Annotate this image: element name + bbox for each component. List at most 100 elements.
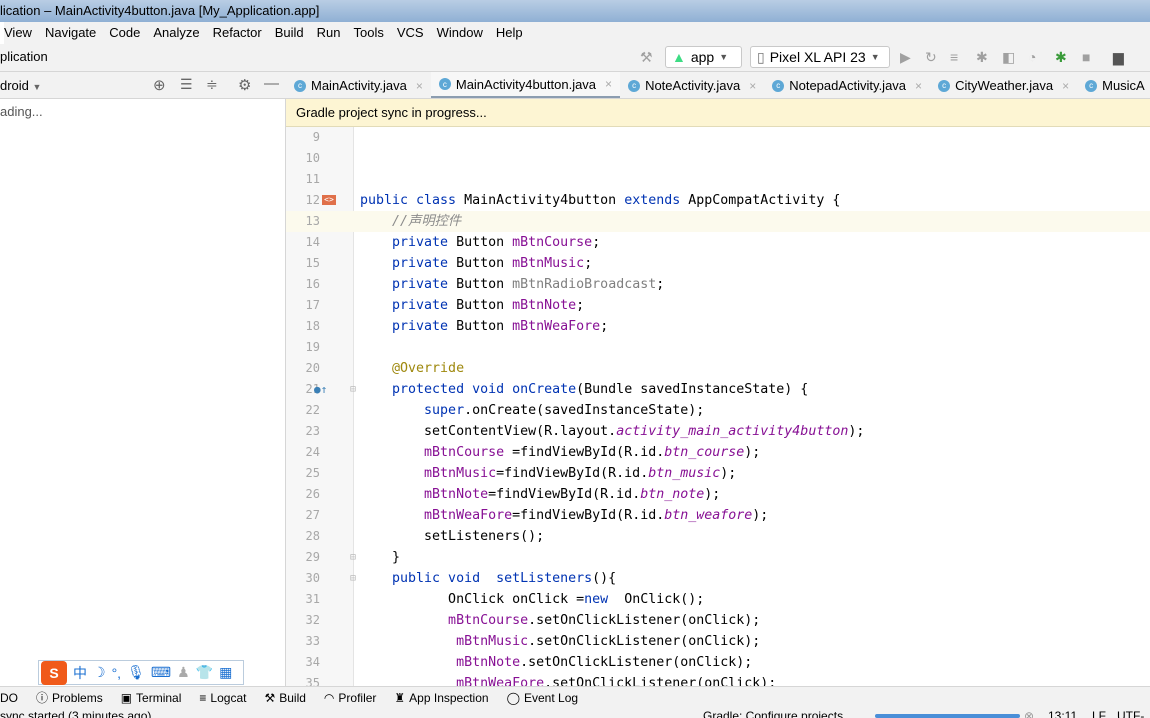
locate-icon[interactable]: ⊕: [153, 76, 166, 94]
code-line[interactable]: 12 <> public class MainActivity4button ext…: [286, 190, 1150, 211]
fold-icon[interactable]: ⊟: [350, 379, 356, 400]
code-line[interactable]: 24 mBtnCourse =findViewById(R.id.btn_cou…: [286, 442, 1150, 463]
tab-0[interactable]: c MainActivity.java ×: [286, 72, 431, 98]
menu-analyze[interactable]: Analyze: [153, 25, 199, 44]
line-separator[interactable]: LF: [1092, 709, 1106, 718]
fold-icon[interactable]: ⊟: [350, 547, 356, 568]
device-select[interactable]: ▯ Pixel XL API 23 ▼: [750, 46, 890, 68]
run-config-select[interactable]: ▲ app ▼: [665, 46, 742, 68]
apply-changes-icon[interactable]: ↻: [925, 49, 937, 66]
close-icon[interactable]: ×: [605, 77, 612, 91]
mic-icon[interactable]: 🎙: [127, 664, 145, 681]
tab-4[interactable]: c CityWeather.java ×: [930, 72, 1077, 98]
menu-window[interactable]: Window: [437, 25, 483, 44]
code-line[interactable]: 32 mBtnCourse.setOnClickListener(onClick…: [286, 610, 1150, 631]
code-line[interactable]: 14 private Button mBtnCourse;: [286, 232, 1150, 253]
stop-icon[interactable]: ■: [1082, 49, 1090, 65]
tab-3[interactable]: c NotepadActivity.java ×: [764, 72, 930, 98]
punct-icon[interactable]: °,: [112, 665, 122, 681]
background-task[interactable]: Gradle: Configure projects: [703, 709, 843, 718]
shirt-icon[interactable]: 👕: [196, 664, 213, 681]
toolwindow-event-log[interactable]: ◯ Event Log: [507, 691, 578, 705]
code-line[interactable]: 27 mBtnWeaFore=findViewById(R.id.btn_wea…: [286, 505, 1150, 526]
menu-build[interactable]: Build: [275, 25, 304, 44]
attach-debugger-icon[interactable]: ✱: [1055, 49, 1067, 66]
toolwindow-profiler[interactable]: ◠ Profiler: [324, 691, 377, 705]
fold-icon[interactable]: ⊟: [350, 568, 356, 589]
close-icon[interactable]: ×: [749, 79, 756, 93]
menu-vcs[interactable]: VCS: [397, 25, 424, 44]
keyboard-icon[interactable]: ⌨: [151, 664, 171, 681]
close-icon[interactable]: ×: [1062, 79, 1069, 93]
toolwindow-logcat[interactable]: ≡ Logcat: [199, 691, 246, 705]
code-token: mBtnNote: [360, 487, 489, 502]
run-icon[interactable]: ▶: [900, 49, 911, 66]
code-line[interactable]: 13 //声明控件: [286, 211, 1150, 232]
menu-navigate[interactable]: Navigate: [45, 25, 96, 44]
code-token: OnClick();: [624, 592, 705, 607]
user-icon[interactable]: ♟: [177, 664, 190, 681]
tab-label: MainActivity4button.java: [455, 76, 597, 92]
code-line[interactable]: 35 mBtnWeaFore.setOnClickListener(onClic…: [286, 673, 1150, 686]
code-line[interactable]: 26 mBtnNote=findViewById(R.id.btn_note);: [286, 484, 1150, 505]
code-line[interactable]: 31 OnClick onClick =new OnClick();: [286, 589, 1150, 610]
code-line[interactable]: 28 setListeners();: [286, 526, 1150, 547]
expand-all-icon[interactable]: ☰: [180, 76, 193, 93]
code-line[interactable]: 33 mBtnMusic.setOnClickListener(onClick)…: [286, 631, 1150, 652]
menu-view[interactable]: View: [4, 25, 32, 44]
toolwindow-build[interactable]: ⚒ Build: [264, 691, 305, 705]
toolwindow-app-inspection[interactable]: ♜ App Inspection: [394, 691, 488, 705]
code-line[interactable]: 15 private Button mBtnMusic;: [286, 253, 1150, 274]
code-line[interactable]: 11: [286, 169, 1150, 190]
line-number: 9: [312, 130, 320, 144]
grid-icon[interactable]: ▦: [219, 664, 232, 681]
code-line[interactable]: 23 setContentView(R.layout.activity_main…: [286, 421, 1150, 442]
menu-refactor[interactable]: Refactor: [213, 25, 262, 44]
tab-5[interactable]: c MusicA: [1077, 72, 1150, 98]
profile-icon[interactable]: ◔: [1028, 49, 1036, 65]
code-editor[interactable]: 9 10 11 12 <> public class MainActivity4butto…: [286, 127, 1150, 686]
code-line[interactable]: 22 super.onCreate(savedInstanceState);: [286, 400, 1150, 421]
minimize-icon[interactable]: —: [264, 75, 279, 92]
code-line[interactable]: 9: [286, 127, 1150, 148]
code-line[interactable]: 29 ⊟ }: [286, 547, 1150, 568]
menu-help[interactable]: Help: [496, 25, 523, 44]
code-line[interactable]: 20 @Override: [286, 358, 1150, 379]
device-manager-icon[interactable]: ▆: [1113, 49, 1124, 66]
caret-position[interactable]: 13:11: [1048, 709, 1077, 718]
ime-mode[interactable]: 中: [73, 663, 87, 683]
code-line[interactable]: 17 private Button mBtnNote;: [286, 295, 1150, 316]
layout-gutter-icon[interactable]: <>: [322, 195, 336, 205]
menu-run[interactable]: Run: [317, 25, 341, 44]
menu-code[interactable]: Code: [109, 25, 140, 44]
menu-tools[interactable]: Tools: [354, 25, 384, 44]
project-view-select[interactable]: droid ▼: [0, 78, 41, 93]
code-line[interactable]: 10: [286, 148, 1150, 169]
collapse-all-icon[interactable]: ≑: [206, 76, 218, 93]
override-icon[interactable]: ●↑: [314, 379, 327, 400]
hammer-icon[interactable]: ⚒: [640, 49, 653, 66]
close-icon[interactable]: ×: [915, 79, 922, 93]
apply-code-icon[interactable]: ≡: [950, 49, 958, 65]
coverage-icon[interactable]: ◧: [1002, 49, 1015, 66]
toolwindow-problems[interactable]: ⓘ Problems: [36, 689, 103, 706]
code-line[interactable]: 18 private Button mBtnWeaFore;: [286, 316, 1150, 337]
line-number: 12: [305, 193, 320, 207]
toolwindow-terminal[interactable]: ▣ Terminal: [121, 691, 182, 705]
code-line[interactable]: 30 ⊟ public void setListeners(){: [286, 568, 1150, 589]
code-line[interactable]: 21 ●↑ ⊟ protected void onCreate(Bundle sav…: [286, 379, 1150, 400]
close-icon[interactable]: ×: [416, 79, 423, 93]
code-line[interactable]: 19: [286, 337, 1150, 358]
code-line[interactable]: 34 mBtnNote.setOnClickListener(onClick);: [286, 652, 1150, 673]
toolwindow-do[interactable]: DO: [0, 691, 18, 705]
cancel-icon[interactable]: ⊗: [1024, 709, 1034, 718]
tab-2[interactable]: c NoteActivity.java ×: [620, 72, 764, 98]
breadcrumb[interactable]: plication: [0, 49, 48, 64]
debug-icon[interactable]: ✱: [976, 49, 988, 66]
code-line[interactable]: 16 private Button mBtnRadioBroadcast;: [286, 274, 1150, 295]
file-encoding[interactable]: UTF-8: [1117, 709, 1150, 718]
moon-icon[interactable]: ☽: [93, 664, 106, 681]
tab-1[interactable]: c MainActivity4button.java ×: [430, 72, 621, 98]
gear-icon[interactable]: ⚙: [238, 76, 251, 94]
code-line[interactable]: 25 mBtnMusic=findViewById(R.id.btn_music…: [286, 463, 1150, 484]
